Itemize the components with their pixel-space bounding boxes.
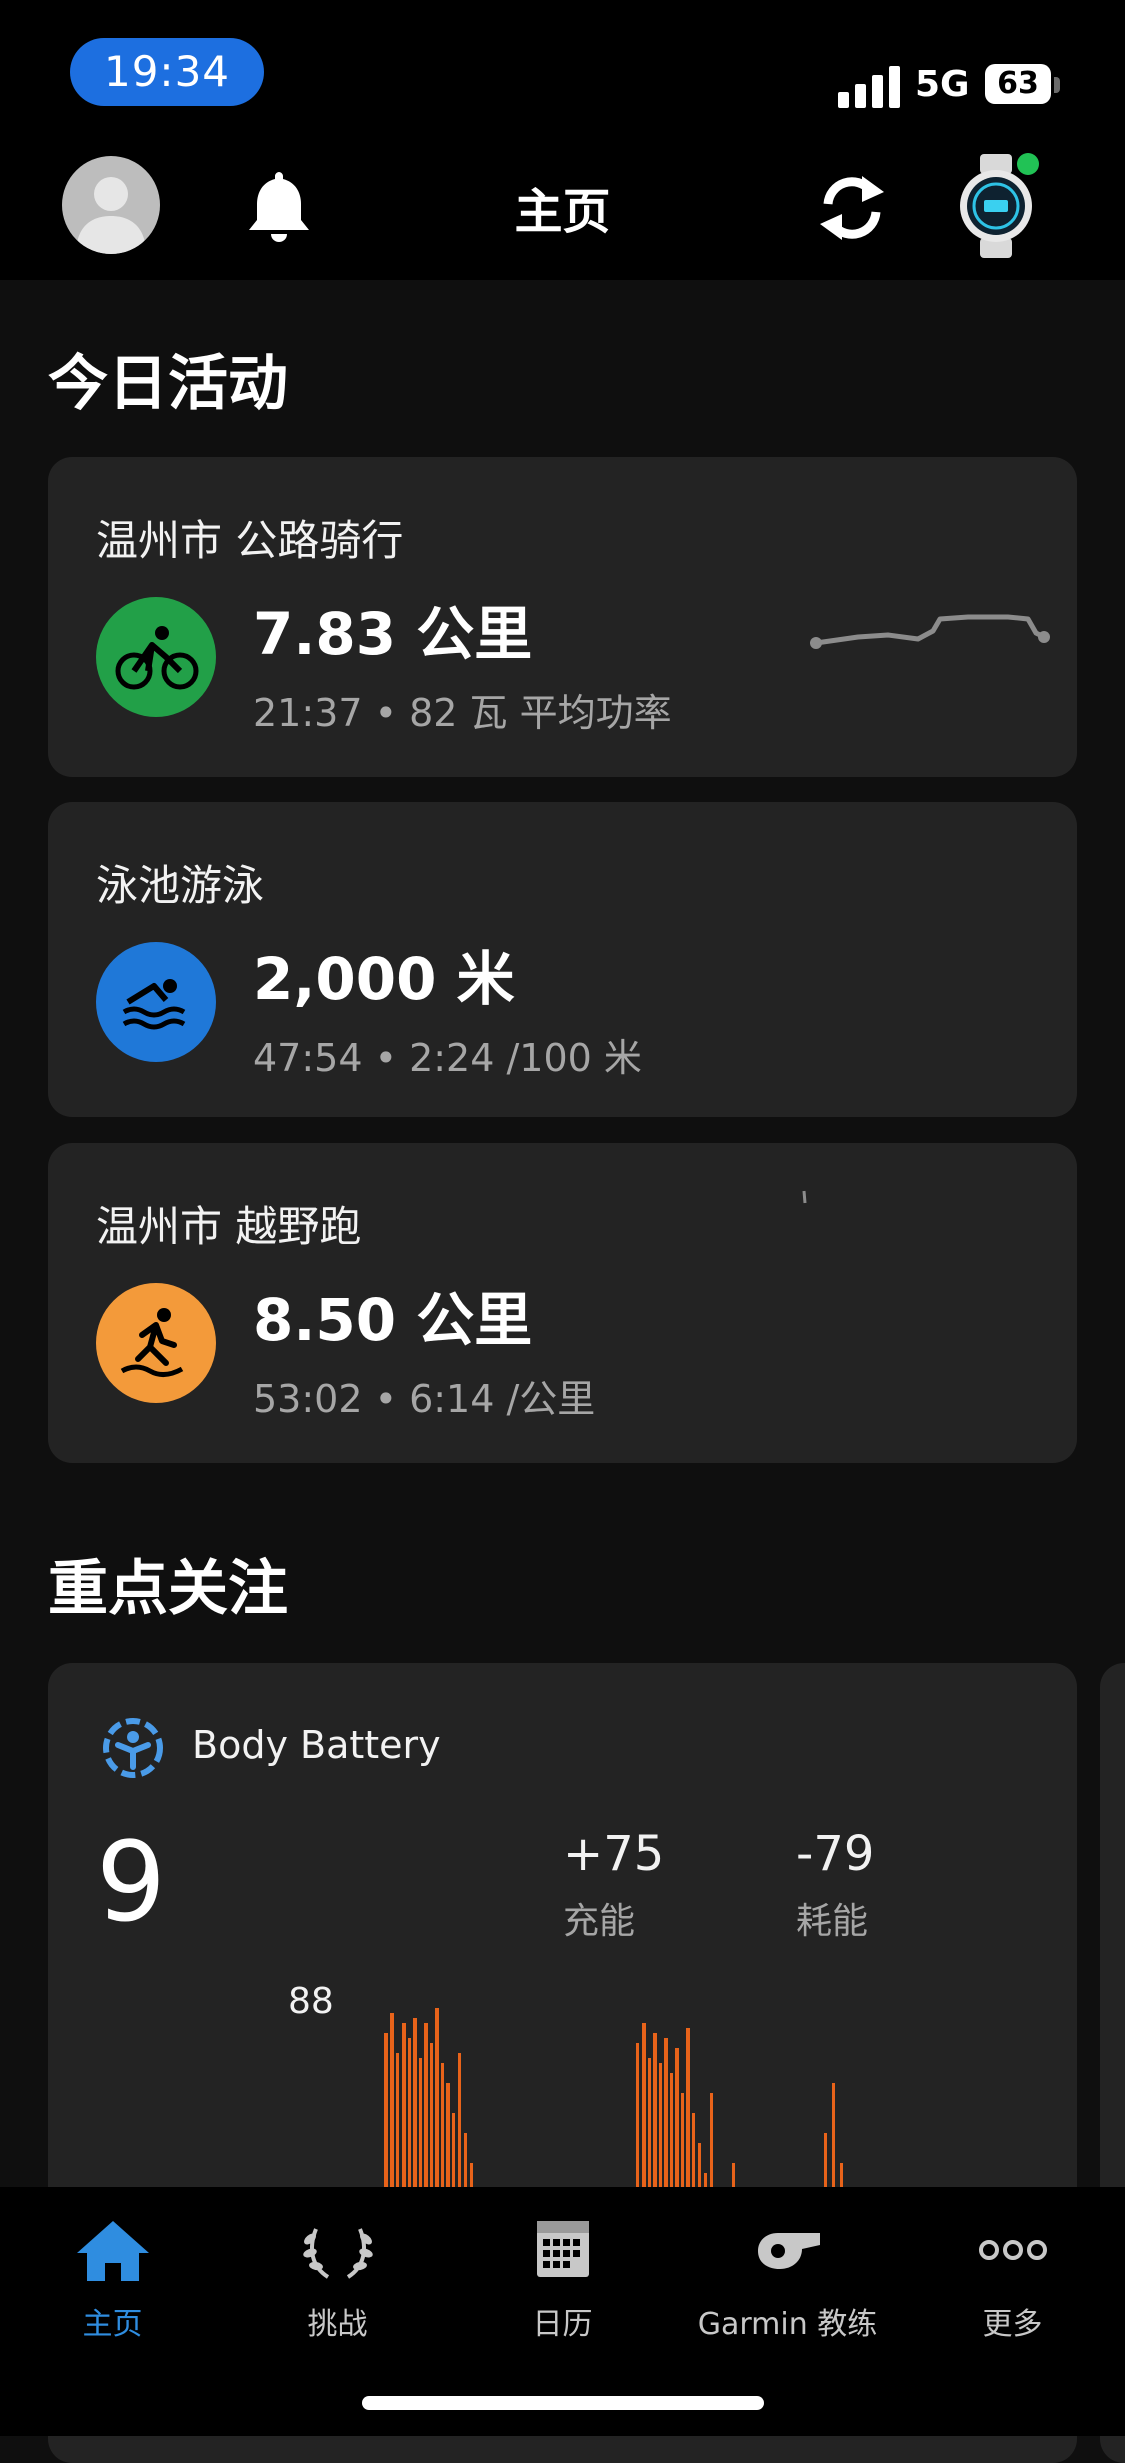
top-nav: 主页: [0, 150, 1125, 280]
battery-icon: 63: [985, 64, 1061, 108]
body-battery-title: Body Battery: [192, 1723, 441, 1767]
activity-card-trail-running[interactable]: 温州市 越野跑 8.50 公里 53:02 • 6:14 /公里: [48, 1143, 1077, 1463]
drained-stat: -79 耗能: [796, 1826, 874, 1944]
activity-title: 泳池游泳: [96, 861, 265, 910]
charged-stat: +75 充能: [563, 1826, 664, 1944]
tab-calendar[interactable]: 日历: [450, 2215, 675, 2345]
activity-details: 21:37 • 82 瓦 平均功率: [253, 691, 672, 735]
swimming-icon: [96, 942, 216, 1062]
signal-icon: [838, 64, 900, 108]
drained-label: 耗能: [796, 1901, 869, 1942]
laurel-icon: [302, 2228, 373, 2279]
body-battery-value: 9: [96, 1818, 166, 1946]
tab-challenges[interactable]: 挑战: [225, 2215, 450, 2345]
sync-icon[interactable]: [812, 170, 892, 246]
activity-details: 53:02 • 6:14 /公里: [253, 1377, 596, 1421]
focus-section-title: 重点关注: [48, 1554, 288, 1624]
network-type: 5G: [915, 64, 970, 105]
more-icon: [978, 2240, 1047, 2260]
activity-distance: 8.50 公里: [253, 1286, 533, 1354]
activity-distance: 2,000 米: [253, 945, 515, 1013]
today-section-title: 今日活动: [48, 349, 288, 419]
trail-running-icon: [96, 1283, 216, 1403]
charged-label: 充能: [563, 1901, 636, 1942]
tab-label: Garmin 教练: [697, 2307, 878, 2342]
tab-more[interactable]: 更多: [900, 2215, 1125, 2345]
tab-home[interactable]: 主页: [0, 2215, 225, 2345]
status-time: 19:34: [70, 38, 264, 106]
charged-value: +75: [563, 1826, 665, 1882]
home-icon: [76, 2221, 149, 2281]
activity-card-cycling[interactable]: 温州市 公路骑行 7.83 公里 21:37 • 82 瓦 平均功率: [48, 457, 1077, 777]
battery-level: 63: [997, 66, 1039, 101]
activity-details: 47:54 • 2:24 /100 米: [253, 1036, 642, 1080]
cycling-icon: [96, 597, 216, 717]
activity-title: 温州市 越野跑: [96, 1202, 362, 1251]
route-map-thumbnail: [802, 1190, 807, 1204]
home-indicator: [362, 2396, 764, 2410]
activity-title: 温州市 公路骑行: [96, 516, 404, 565]
activity-distance: 7.83 公里: [253, 600, 533, 668]
tab-label: 挑战: [307, 2307, 368, 2342]
tab-label: 更多: [982, 2307, 1043, 2342]
route-map-thumbnail: [810, 614, 1050, 649]
connected-status-dot: [1017, 153, 1039, 175]
status-bar: 19:34 5G 63: [0, 0, 1125, 150]
drained-value: -79: [796, 1826, 875, 1882]
tab-label: 日历: [532, 2307, 593, 2342]
body-battery-icon: [103, 1718, 163, 1778]
activity-card-swimming[interactable]: 泳池游泳 2,000 米 47:54 • 2:24 /100 米: [48, 802, 1077, 1117]
calendar-icon: [536, 2221, 589, 2277]
whistle-icon: [757, 2233, 820, 2269]
tab-garmin-coach[interactable]: Garmin 教练: [675, 2215, 900, 2345]
tab-label: 主页: [82, 2307, 143, 2342]
